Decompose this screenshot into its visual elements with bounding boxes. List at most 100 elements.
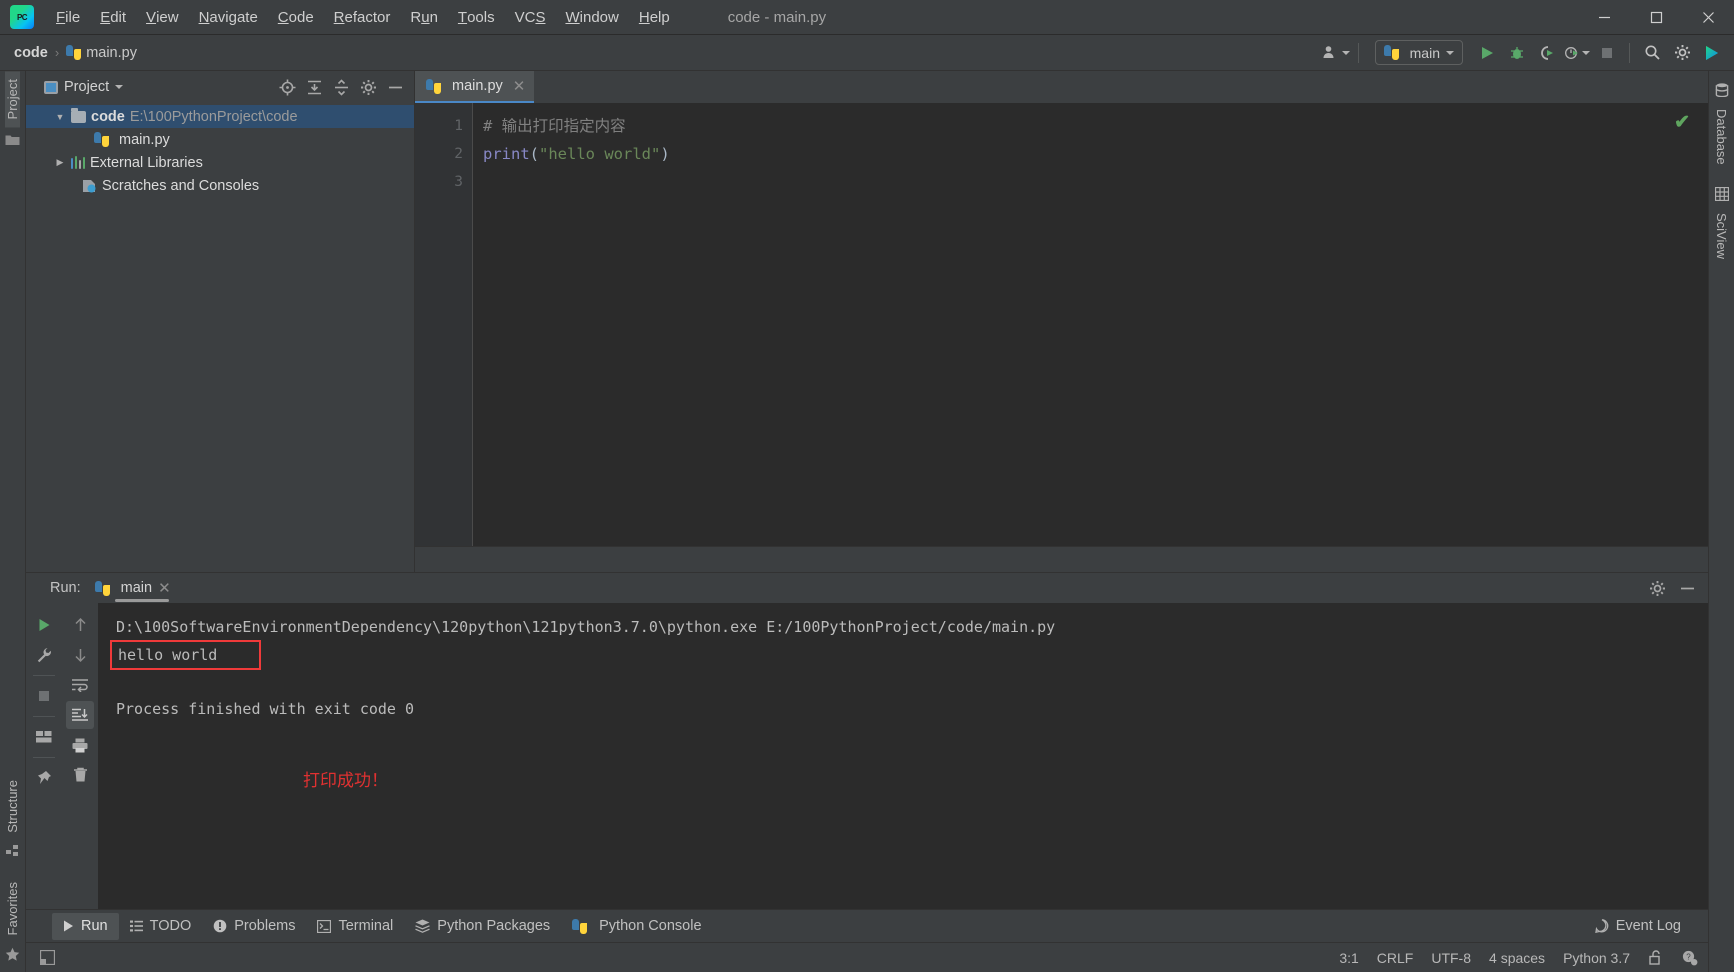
logo-text: PC: [16, 12, 28, 22]
locate-file-icon[interactable]: [274, 75, 300, 99]
navigation-bar: code › main.py main: [0, 35, 1734, 71]
maximize-button[interactable]: [1630, 0, 1682, 34]
python-interpreter[interactable]: Python 3.7: [1563, 950, 1630, 966]
close-icon[interactable]: ✕: [158, 579, 171, 597]
run-config-name: main: [1409, 44, 1440, 61]
user-account-icon[interactable]: [1322, 40, 1350, 66]
rerun-button[interactable]: [30, 611, 58, 639]
tree-item-external-libraries[interactable]: ▶ External Libraries: [26, 151, 414, 174]
line-number: 3: [454, 174, 463, 190]
sidebar-item-sciview[interactable]: SciView: [1714, 205, 1729, 267]
run-coverage-button[interactable]: [1533, 40, 1561, 66]
clear-all-button[interactable]: [66, 761, 94, 789]
chevron-down-icon[interactable]: ▼: [54, 112, 66, 122]
run-tool-window: Run: main ✕ D:\100SoftwareEnvironmentDep…: [26, 572, 1708, 909]
console-command-line: D:\100SoftwareEnvironmentDependency\120p…: [116, 618, 1056, 636]
close-button[interactable]: [1682, 0, 1734, 34]
run-toolbar-primary: [26, 603, 62, 909]
menu-item-view[interactable]: View: [136, 0, 189, 34]
collapse-all-icon[interactable]: [328, 75, 354, 99]
menu-item-vcs[interactable]: VC S: [505, 0, 556, 34]
menu-item-refactor[interactable]: Refactor: [324, 0, 401, 34]
menu-item-navigate[interactable]: Navigate: [189, 0, 268, 34]
file-encoding[interactable]: UTF-8: [1431, 950, 1471, 966]
run-settings-button[interactable]: [30, 641, 58, 669]
tool-window-bar-bottom: Run TODO Problems Terminal Python Packag…: [26, 909, 1708, 942]
menu-item-code[interactable]: Code: [268, 0, 324, 34]
menu-item-edit[interactable]: Edit: [90, 0, 136, 34]
menu-item-run[interactable]: Run: [400, 0, 448, 34]
inspection-status-icon[interactable]: ✔: [1674, 111, 1690, 134]
scroll-to-end-button[interactable]: [66, 701, 94, 729]
breadcrumb-project[interactable]: code: [14, 45, 48, 61]
code-content[interactable]: # 输出打印指定内容 print("hello world"): [473, 103, 1708, 546]
down-button[interactable]: [66, 641, 94, 669]
settings-button[interactable]: [1668, 40, 1696, 66]
breadcrumb-file[interactable]: main.py: [86, 45, 137, 61]
python-icon: [94, 580, 110, 596]
tree-item-code[interactable]: ▼ code E:\100PythonProject\code: [26, 105, 414, 128]
print-button[interactable]: [66, 731, 94, 759]
line-separator[interactable]: CRLF: [1377, 950, 1414, 966]
grid-icon: [1714, 186, 1729, 201]
line-number: 2: [454, 146, 463, 162]
chevron-down-icon: [1446, 50, 1454, 55]
run-button[interactable]: [1473, 40, 1501, 66]
help-gear-icon[interactable]: ?: [1681, 950, 1698, 966]
updates-button[interactable]: [1698, 40, 1726, 66]
soft-wrap-button[interactable]: [66, 671, 94, 699]
expand-all-icon[interactable]: [301, 75, 327, 99]
sidebar-item-database[interactable]: Database: [1714, 101, 1729, 173]
menu-item-window[interactable]: Window: [555, 0, 628, 34]
run-panel-label: Run:: [50, 580, 81, 596]
menu-item-file[interactable]: FFileile: [46, 0, 90, 34]
search-everywhere-button[interactable]: [1638, 40, 1666, 66]
pin-button[interactable]: [30, 764, 58, 792]
code-punct: ): [660, 145, 670, 163]
code-editor[interactable]: 1 2 3 # 输出打印指定内容 print("hello world") ✔: [415, 103, 1708, 546]
chevron-right-icon[interactable]: ▶: [54, 157, 66, 168]
stop-button[interactable]: [30, 682, 58, 710]
editor-tab-main-py[interactable]: main.py ✕: [415, 71, 535, 103]
tree-item-label: code: [91, 108, 125, 125]
close-icon[interactable]: ✕: [513, 77, 526, 95]
up-button[interactable]: [66, 611, 94, 639]
project-panel-header: Project: [26, 71, 414, 103]
hide-icon[interactable]: [1674, 576, 1700, 600]
caret-position[interactable]: 3:1: [1339, 950, 1358, 966]
console-output[interactable]: D:\100SoftwareEnvironmentDependency\120p…: [98, 603, 1708, 909]
chevron-down-icon[interactable]: [115, 85, 124, 89]
sidebar-item-structure[interactable]: Structure: [5, 772, 20, 841]
tool-tab-python-console[interactable]: Python Console: [561, 913, 712, 940]
layout-button[interactable]: [30, 723, 58, 751]
gear-icon[interactable]: [1644, 576, 1670, 600]
run-tab-main[interactable]: main ✕: [91, 573, 175, 603]
stop-button[interactable]: [1593, 40, 1621, 66]
hide-icon[interactable]: [382, 75, 408, 99]
debug-button[interactable]: [1503, 40, 1531, 66]
menu-item-tools[interactable]: Tools: [448, 0, 505, 34]
status-left-icon[interactable]: [40, 950, 55, 965]
indent-setting[interactable]: 4 spaces: [1489, 950, 1545, 966]
sidebar-item-project[interactable]: Project: [5, 71, 20, 128]
gear-icon[interactable]: [355, 75, 381, 99]
event-log-button[interactable]: Event Log: [1584, 913, 1692, 940]
tree-item-scratches[interactable]: Scratches and Consoles: [26, 174, 414, 197]
tool-tab-python-packages[interactable]: Python Packages: [404, 913, 561, 940]
unlock-icon[interactable]: [1648, 950, 1663, 965]
tool-tab-problems[interactable]: Problems: [202, 913, 306, 940]
tool-tab-todo[interactable]: TODO: [119, 913, 203, 940]
sidebar-item-favorites[interactable]: Favorites: [5, 874, 20, 943]
breadcrumb: code › main.py: [14, 45, 137, 61]
code-string: "hello world": [539, 145, 661, 163]
terminal-icon: [317, 919, 332, 933]
menu-item-help[interactable]: Help: [629, 0, 680, 34]
tool-tab-terminal[interactable]: Terminal: [306, 913, 404, 940]
run-configuration-selector[interactable]: main: [1374, 40, 1463, 65]
profiler-button[interactable]: [1563, 40, 1591, 66]
tool-tab-run[interactable]: Run: [52, 912, 119, 940]
tool-tab-label: Run: [81, 918, 108, 934]
tree-item-main-py[interactable]: main.py: [26, 128, 414, 151]
console-exit-line: Process finished with exit code 0: [116, 700, 415, 718]
minimize-button[interactable]: [1578, 0, 1630, 34]
